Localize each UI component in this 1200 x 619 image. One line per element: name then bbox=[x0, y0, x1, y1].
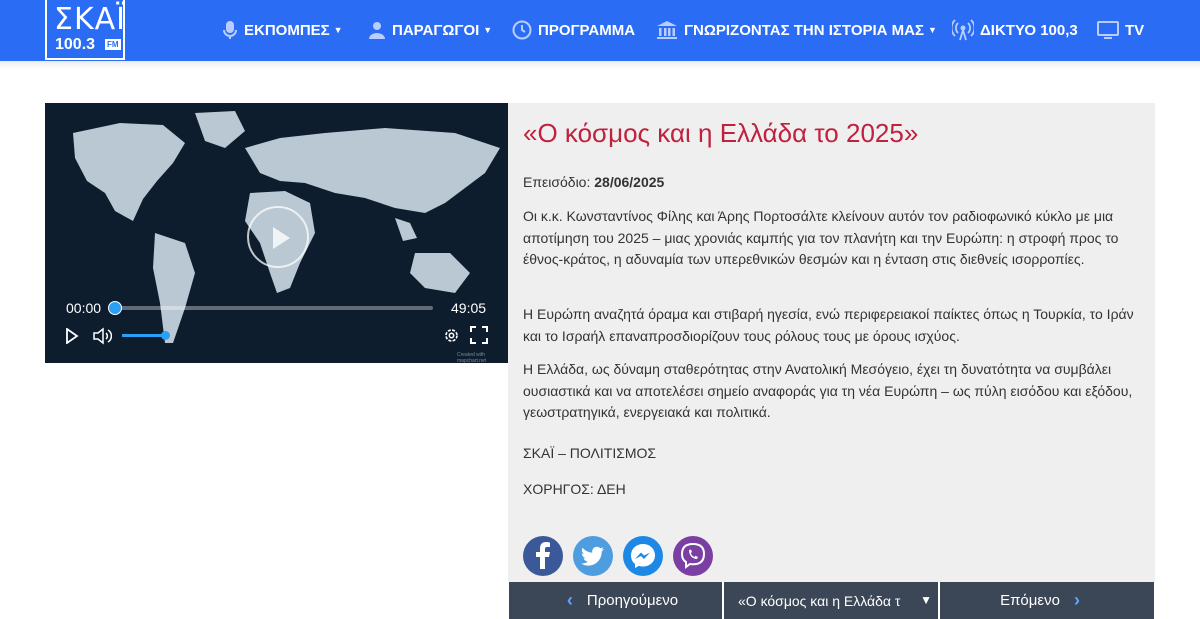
current-time: 00:00 bbox=[66, 300, 102, 316]
episode-line: Επεισόδιο: 28/06/2025 bbox=[523, 174, 664, 190]
previous-button[interactable]: ‹ Προηγούμενο bbox=[509, 582, 722, 619]
duration: 49:05 bbox=[451, 300, 487, 316]
nav-label: ΠΑΡΑΓΩΓΟΙ bbox=[392, 21, 480, 39]
page-title: «Ο κόσμος και η Ελλάδα το 2025» bbox=[523, 118, 919, 148]
chevron-down-icon: ▼ bbox=[920, 593, 932, 607]
share-viber-button[interactable] bbox=[673, 536, 713, 576]
map-watermark: Created with mapchart.net bbox=[457, 352, 487, 363]
facebook-icon bbox=[536, 542, 550, 569]
next-button[interactable]: Επόμενο › bbox=[940, 582, 1154, 619]
nav-item-programma[interactable]: ΠΡΟΓΡΑΜΜΑ bbox=[512, 0, 635, 60]
settings-gear-icon[interactable] bbox=[443, 327, 460, 344]
progress-knob[interactable] bbox=[108, 301, 122, 315]
chevron-right-icon: › bbox=[1073, 590, 1080, 610]
nav-label: ΓΝΩΡΙΖΟΝΤΑΣ ΤΗΝ ΙΣΤΟΡΙΑ ΜΑΣ bbox=[684, 21, 924, 39]
nav-item-tv[interactable]: TV bbox=[1097, 0, 1144, 60]
audio-player[interactable]: 00:00 49:05 Created with mapchart.net bbox=[45, 103, 508, 363]
fullscreen-icon[interactable] bbox=[470, 326, 488, 344]
sponsor-line: ΧΟΡΗΓΟΣ: ΔΕΗ bbox=[523, 481, 626, 497]
description-paragraph: Η Ευρώπη αναζητά όραμα και στιβαρή ηγεσί… bbox=[523, 306, 1134, 344]
microphone-icon bbox=[223, 21, 237, 39]
nav-item-istoria[interactable]: ΓΝΩΡΙΖΟΝΤΑΣ ΤΗΝ ΙΣΤΟΡΙΑ ΜΑΣ ▼ bbox=[656, 0, 937, 60]
header-shadow bbox=[0, 61, 1200, 69]
nav-label: ΕΚΠΟΜΠΕΣ bbox=[244, 21, 330, 39]
viber-icon bbox=[680, 542, 706, 569]
play-icon[interactable] bbox=[65, 328, 79, 344]
broadcast-icon bbox=[952, 19, 974, 41]
progress-bar[interactable] bbox=[115, 306, 433, 310]
share-messenger-button[interactable] bbox=[623, 536, 663, 576]
volume-icon[interactable] bbox=[92, 327, 112, 345]
previous-label: Προηγούμενο bbox=[586, 592, 679, 609]
volume-knob[interactable] bbox=[161, 331, 170, 340]
tv-icon bbox=[1097, 21, 1119, 39]
description-paragraph: Οι κ.κ. Κωνσταντίνος Φίλης και Άρης Πορτ… bbox=[523, 208, 1119, 267]
description-paragraph: Η Ελλάδα, ως δύναμη σταθερότητας στην Αν… bbox=[523, 361, 1133, 420]
logo-text: ΣΚΑΪ bbox=[54, 2, 126, 37]
nav-label: ΔΙΚΤΥΟ 100,3 bbox=[980, 21, 1078, 39]
nav-item-paragogoi[interactable]: ΠΑΡΑΓΩΓΟΙ ▼ bbox=[368, 0, 492, 60]
next-label: Επόμενο bbox=[1000, 592, 1060, 609]
twitter-icon bbox=[581, 546, 604, 566]
logo-frequency: 100.3 bbox=[55, 36, 96, 53]
clock-icon bbox=[512, 20, 532, 40]
episode-select-value: «Ο κόσμος και η Ελλάδα τ bbox=[738, 593, 901, 609]
episode-label: Επεισόδιο: bbox=[523, 174, 591, 190]
chevron-left-icon: ‹ bbox=[566, 590, 573, 610]
skai-logo[interactable]: ΣΚΑΪ 100.3 FM bbox=[45, 0, 125, 60]
episode-date: 28/06/2025 bbox=[594, 174, 665, 190]
top-navigation-bar: ΣΚΑΪ 100.3 FM ΕΚΠΟΜΠΕΣ ▼ ΠΑΡΑΓΩΓΟΙ ▼ ΠΡΟΓΡ… bbox=[0, 0, 1200, 61]
episode-select[interactable]: «Ο κόσμος και η Ελλάδα τ ▼ bbox=[724, 582, 938, 619]
museum-icon bbox=[657, 21, 677, 39]
nav-item-ekpompes[interactable]: ΕΚΠΟΜΠΕΣ ▼ bbox=[222, 0, 343, 60]
messenger-icon bbox=[631, 544, 655, 568]
nav-label: ΠΡΟΓΡΑΜΜΑ bbox=[538, 21, 636, 39]
user-icon bbox=[369, 22, 385, 39]
episode-info-panel: «Ο κόσμος και η Ελλάδα το 2025» Επεισόδι… bbox=[508, 103, 1155, 582]
share-facebook-button[interactable] bbox=[523, 536, 563, 576]
nav-item-diktyo[interactable]: ΔΙΚΤΥΟ 100,3 bbox=[952, 0, 1078, 60]
share-twitter-button[interactable] bbox=[573, 536, 613, 576]
logo-fm: FM bbox=[105, 39, 121, 50]
nav-label: TV bbox=[1125, 21, 1145, 39]
credits-line: ΣΚΑΪ – ΠΟΛΙΤΙΣΜΟΣ bbox=[523, 445, 657, 461]
play-overlay-button[interactable] bbox=[247, 206, 309, 268]
